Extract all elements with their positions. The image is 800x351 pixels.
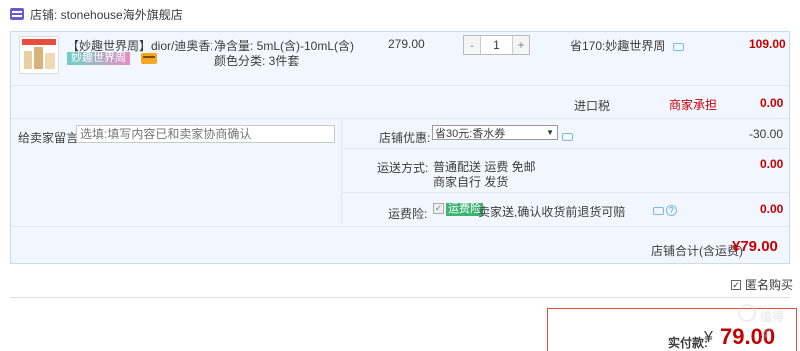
divider — [11, 85, 789, 86]
shop-header: 店铺: stonehouse海外旗舰店 — [10, 4, 183, 24]
item-subtotal: 109.00 — [749, 37, 786, 51]
payment-label: 实付款: — [668, 336, 708, 350]
anonymous-purchase[interactable]: ✓ 匿名购买 — [731, 276, 793, 293]
message-label: 给卖家留言: — [18, 131, 82, 145]
insurance-icons: ? — [653, 205, 677, 216]
item-saving: 省170:妙趣世界周 — [570, 37, 684, 54]
shipping-label: 运送方式: — [377, 161, 429, 175]
payment-currency: ¥ — [704, 329, 713, 346]
quantity-input[interactable]: 1 — [481, 36, 512, 54]
event-badge: 妙趣世界周 — [67, 52, 130, 65]
vertical-divider — [341, 119, 342, 224]
chat-icon[interactable] — [672, 42, 684, 51]
quantity-stepper[interactable]: - 1 + — [463, 35, 530, 55]
saving-text: 省170:妙趣世界周 — [570, 39, 666, 53]
shop-total-value: ¥79.00 — [732, 238, 778, 255]
unit-price: 279.00 — [388, 37, 425, 51]
shop-icon — [10, 8, 24, 20]
promo-selected: 省30元:香水券 — [435, 127, 506, 140]
divider — [342, 192, 789, 193]
quantity-increase-button[interactable]: + — [512, 36, 529, 54]
message-input[interactable] — [76, 125, 335, 143]
promo-value: -30.00 — [749, 127, 784, 141]
dropdown-arrow-icon: ▼ — [546, 128, 554, 137]
credit-card-icon — [141, 53, 157, 64]
tax-label: 进口税 — [574, 99, 611, 113]
divider — [10, 297, 790, 298]
help-icon[interactable]: ? — [666, 205, 677, 216]
divider — [11, 118, 789, 119]
tax-payer: 商家承担 — [669, 98, 718, 112]
promo-select[interactable]: 省30元:香水券 ▼ — [432, 125, 558, 140]
shipping-dispatch: 商家自行 发货 — [433, 175, 509, 189]
promo-label: 店铺优惠: — [379, 131, 431, 145]
insurance-checkbox[interactable]: ✓ — [433, 203, 444, 214]
insurance-text: 卖家送,确认收货前退货可赔 — [478, 205, 626, 219]
product-thumbnail[interactable] — [19, 36, 59, 74]
attr-color: 颜色分类: 3件套 — [214, 54, 300, 68]
anonymous-label: 匿名购买 — [745, 278, 794, 292]
divider — [342, 148, 789, 149]
shop-total-label: 店铺合计(含运费) — [651, 244, 743, 258]
insurance-value: 0.00 — [760, 202, 784, 216]
shipping-value: 0.00 — [760, 157, 784, 171]
shop-name[interactable]: 店铺: stonehouse海外旗舰店 — [30, 6, 183, 23]
divider — [11, 226, 789, 227]
insurance-label: 运费险: — [388, 207, 428, 221]
watermark-logo: 值得买 — [738, 304, 794, 348]
chat-icon[interactable] — [562, 133, 573, 141]
tax-value: 0.00 — [760, 96, 784, 110]
chat-icon[interactable] — [653, 206, 664, 215]
watermark-text: 值得买 — [760, 310, 785, 341]
quantity-decrease-button[interactable]: - — [464, 36, 481, 54]
anonymous-checkbox[interactable]: ✓ — [731, 279, 741, 290]
